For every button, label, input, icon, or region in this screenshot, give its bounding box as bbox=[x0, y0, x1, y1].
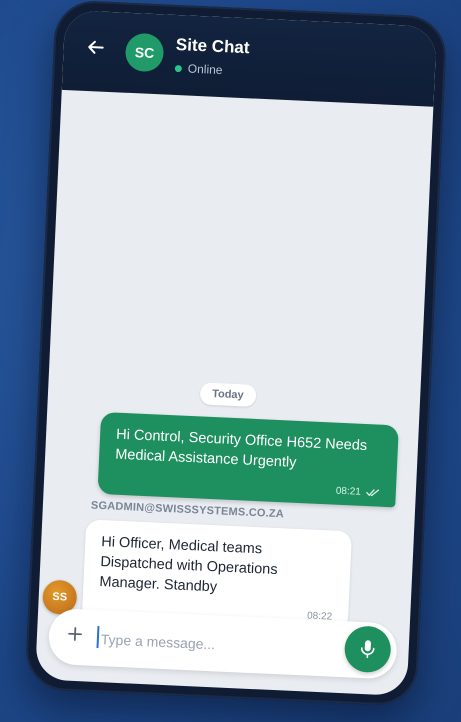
message-time: 08:21 bbox=[335, 485, 362, 498]
phone-frame: SC Site Chat Online Today Hi Control, Se… bbox=[24, 0, 448, 707]
add-attachment-button[interactable] bbox=[67, 624, 84, 647]
message-input[interactable] bbox=[98, 626, 314, 662]
sender-email: SGADMIN@SWISSSYSTEMS.CO.ZA bbox=[90, 499, 285, 521]
message-text: Hi Officer, Medical teams Dispatched wit… bbox=[99, 534, 278, 596]
chat-title: Site Chat bbox=[175, 34, 250, 58]
day-separator: Today bbox=[199, 382, 257, 407]
online-status: Online bbox=[174, 61, 223, 78]
arrow-left-icon bbox=[88, 40, 104, 54]
double-check-icon bbox=[366, 489, 380, 497]
plus-icon bbox=[68, 627, 82, 641]
outgoing-message[interactable]: Hi Control, Security Office H652 Needs M… bbox=[97, 411, 399, 508]
back-button[interactable] bbox=[85, 37, 108, 60]
message-list[interactable]: Today Hi Control, Security Office H652 N… bbox=[38, 90, 433, 632]
chat-screen: SC Site Chat Online Today Hi Control, Se… bbox=[34, 9, 438, 697]
online-dot-icon bbox=[174, 64, 183, 72]
message-text: Hi Control, Security Office H652 Needs M… bbox=[114, 426, 368, 471]
microphone-button[interactable] bbox=[343, 625, 392, 674]
message-meta: 08:21 bbox=[336, 486, 380, 499]
microphone-icon bbox=[360, 640, 375, 659]
chat-avatar[interactable]: SC bbox=[124, 32, 165, 73]
status-label: Online bbox=[187, 61, 223, 78]
